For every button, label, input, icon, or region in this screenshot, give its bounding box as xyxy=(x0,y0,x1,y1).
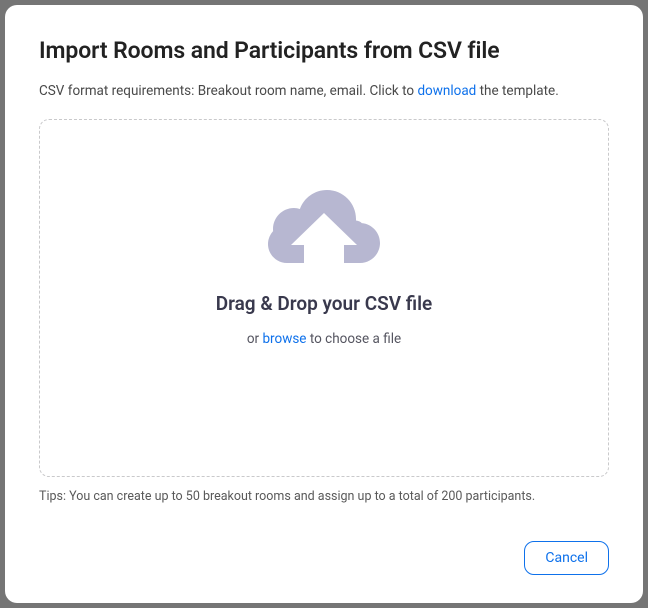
browse-link[interactable]: browse xyxy=(262,331,306,347)
tips-text: Tips: You can create up to 50 breakout r… xyxy=(39,489,609,504)
cancel-button[interactable]: Cancel xyxy=(524,541,609,575)
import-csv-modal: Import Rooms and Participants from CSV f… xyxy=(5,5,643,603)
dropzone-main-text: Drag & Drop your CSV file xyxy=(216,292,433,315)
dropzone-sub-text: or browse to choose a file xyxy=(247,331,401,347)
download-template-link[interactable]: download xyxy=(417,83,476,99)
dropzone-sub-suffix: to choose a file xyxy=(306,331,401,347)
dropzone-sub-prefix: or xyxy=(247,331,263,347)
instructions-prefix: CSV format requirements: Breakout room n… xyxy=(39,83,417,99)
csv-dropzone[interactable]: Drag & Drop your CSV file or browse to c… xyxy=(39,119,609,477)
cloud-upload-icon xyxy=(268,190,380,270)
instructions-text: CSV format requirements: Breakout room n… xyxy=(39,82,609,101)
modal-title: Import Rooms and Participants from CSV f… xyxy=(39,37,609,64)
modal-footer: Cancel xyxy=(39,541,609,575)
instructions-suffix: the template. xyxy=(476,83,558,99)
